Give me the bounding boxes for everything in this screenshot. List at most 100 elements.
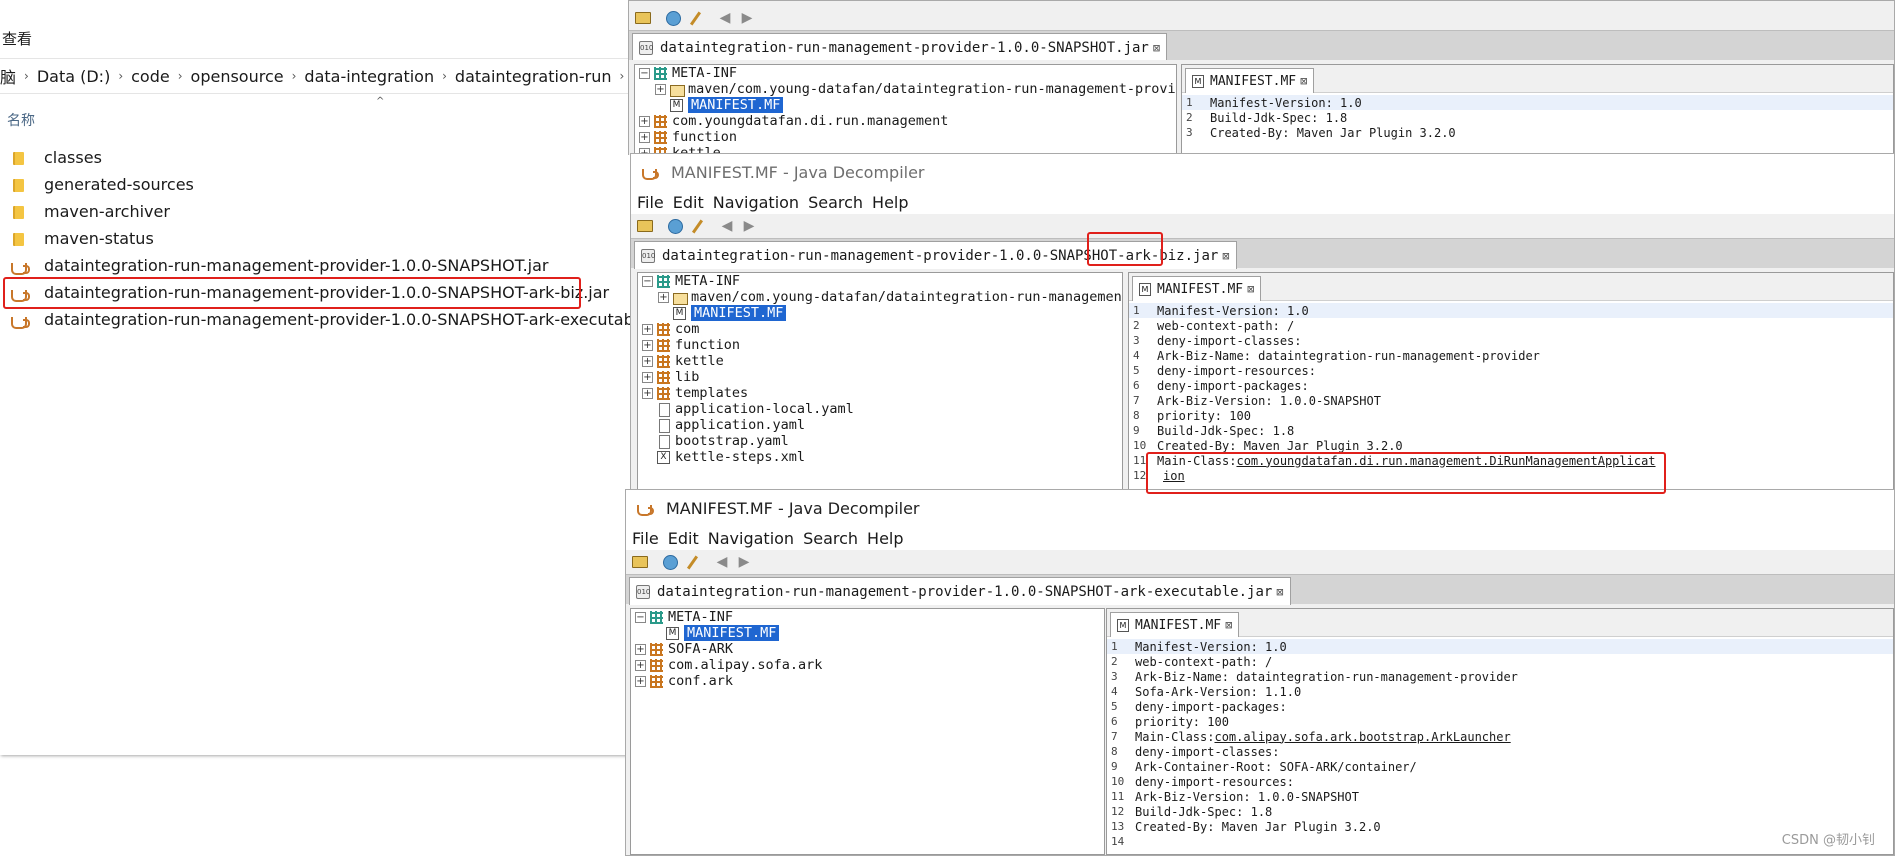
tree-node[interactable]: + com.youngdatafan.di.run.management [635, 113, 1176, 129]
tree-node[interactable]: + com.alipay.sofa.ark [631, 657, 1104, 673]
expand-icon[interactable]: + [635, 659, 646, 671]
breadcrumb-segment[interactable]: data-integration [296, 67, 442, 86]
tree-node[interactable]: + conf.ark [631, 673, 1104, 689]
tree-node[interactable]: + SOFA-ARK [631, 641, 1104, 657]
window-titlebar[interactable]: MANIFEST.MF - Java Decompiler [631, 154, 1894, 190]
close-icon[interactable]: ⊠ [1225, 618, 1232, 632]
search-icon[interactable] [687, 217, 707, 235]
expand-icon[interactable]: + [635, 643, 646, 655]
manifest-tab[interactable]: M MANIFEST.MF ⊠ [1132, 276, 1262, 301]
open-type-icon[interactable] [663, 9, 683, 27]
jar-tab[interactable]: 010 dataintegration-run-management-provi… [629, 577, 1291, 605]
address-bar[interactable]: 脑 › Data (D:) › code › opensource › data… [0, 58, 640, 94]
expand-icon[interactable]: + [642, 371, 653, 383]
close-icon[interactable]: ⊠ [1222, 249, 1229, 263]
expand-icon[interactable]: + [642, 323, 653, 335]
expand-icon[interactable]: + [639, 115, 650, 127]
manifest-code: 1 Manifest-Version: 1.0 2 web-context-path:… [1107, 637, 1893, 849]
breadcrumb-segment[interactable]: 脑 [0, 64, 24, 88]
close-icon[interactable]: ⊠ [1276, 585, 1283, 599]
code-text: Created-By: Maven Jar Plugin 3.2.0 [1135, 819, 1381, 834]
open-type-icon[interactable] [665, 217, 685, 235]
file-row[interactable]: generated-sources [0, 171, 640, 198]
file-row[interactable]: dataintegration-run-management-provider-… [0, 279, 640, 306]
close-icon[interactable]: ⊠ [1247, 282, 1254, 296]
expand-icon[interactable]: + [639, 131, 650, 143]
tree-node[interactable]: M MANIFEST.MF [635, 97, 1176, 113]
open-file-icon[interactable] [635, 217, 655, 235]
expand-icon[interactable]: + [655, 83, 666, 95]
menu-help[interactable]: Help [867, 529, 903, 548]
manifest-tab[interactable]: M MANIFEST.MF ⊠ [1110, 612, 1240, 637]
breadcrumb-segment[interactable]: dataintegration-run [447, 67, 620, 86]
file-row[interactable]: dataintegration-run-management-provider-… [0, 252, 640, 279]
tree-node[interactable]: M MANIFEST.MF [638, 305, 1122, 321]
menu-search[interactable]: Search [803, 529, 858, 548]
menu-help[interactable]: Help [872, 193, 908, 212]
main-class-link[interactable]: com.alipay.sofa.ark.bootstrap.ArkLaunche… [1214, 730, 1510, 744]
forward-arrow-icon[interactable]: ▶ [734, 553, 754, 571]
code-text: deny-import-packages: [1157, 378, 1309, 393]
menu-file[interactable]: File [637, 193, 664, 212]
tree-node[interactable]: application.yaml [638, 417, 1122, 433]
collapse-icon[interactable]: − [642, 275, 653, 287]
back-arrow-icon[interactable]: ◀ [715, 9, 735, 27]
tree-node[interactable]: − META-INF [638, 273, 1122, 289]
file-row[interactable]: maven-status [0, 225, 640, 252]
package-icon [657, 354, 670, 368]
open-file-icon[interactable] [633, 9, 653, 27]
expand-icon[interactable]: + [642, 339, 653, 351]
tree-node[interactable]: + templates [638, 385, 1122, 401]
tree-node[interactable]: + lib [638, 369, 1122, 385]
jar-tab[interactable]: 010 dataintegration-run-management-provi… [634, 241, 1237, 269]
expand-icon[interactable]: + [635, 675, 646, 687]
breadcrumb-segment[interactable]: code [123, 67, 178, 86]
menu-edit[interactable]: Edit [668, 529, 699, 548]
expand-icon[interactable]: + [642, 355, 653, 367]
tree-node[interactable]: M MANIFEST.MF [631, 625, 1104, 641]
menu-navigation[interactable]: Navigation [713, 193, 799, 212]
file-row[interactable]: dataintegration-run-management-provider-… [0, 306, 674, 333]
back-arrow-icon[interactable]: ◀ [712, 553, 732, 571]
close-icon[interactable]: ⊠ [1153, 41, 1160, 55]
main-class-link[interactable]: ion [1157, 469, 1185, 483]
forward-arrow-icon[interactable]: ▶ [739, 217, 759, 235]
view-menu[interactable]: 查看 [2, 28, 32, 49]
collapse-icon[interactable]: − [639, 67, 650, 79]
close-icon[interactable]: ⊠ [1300, 74, 1307, 88]
menu-search[interactable]: Search [808, 193, 863, 212]
tree-node[interactable]: + maven/com.young-datafan/dataintegration… [635, 81, 1176, 97]
expand-icon[interactable]: + [658, 291, 669, 303]
tree-node[interactable]: + maven/com.young-datafan/dataintegration… [638, 289, 1122, 305]
window-titlebar[interactable]: MANIFEST.MF - Java Decompiler [626, 490, 1894, 526]
collapse-icon[interactable]: − [635, 611, 646, 623]
code-line: 13 Created-By: Maven Jar Plugin 3.2.0 [1107, 819, 1893, 834]
search-icon[interactable] [682, 553, 702, 571]
open-file-icon[interactable] [630, 553, 650, 571]
back-arrow-icon[interactable]: ◀ [717, 217, 737, 235]
menu-edit[interactable]: Edit [673, 193, 704, 212]
jar-tab[interactable]: 010 dataintegration-run-management-provi… [632, 33, 1168, 61]
file-row[interactable]: classes [0, 144, 640, 171]
breadcrumb-segment[interactable]: opensource [183, 67, 292, 86]
tree-node[interactable]: + function [638, 337, 1122, 353]
tree-node[interactable]: Xkettle-steps.xml [638, 449, 1122, 465]
tree-node[interactable]: + function [635, 129, 1176, 145]
tree-node[interactable]: − META-INF [631, 609, 1104, 625]
menu-file[interactable]: File [632, 529, 659, 548]
tree-node[interactable]: − META-INF [635, 65, 1176, 81]
tree-node[interactable]: + com [638, 321, 1122, 337]
forward-arrow-icon[interactable]: ▶ [737, 9, 757, 27]
open-type-icon[interactable] [660, 553, 680, 571]
tree-node[interactable]: + kettle [638, 353, 1122, 369]
expand-icon[interactable]: + [642, 387, 653, 399]
menu-navigation[interactable]: Navigation [708, 529, 794, 548]
column-header-name[interactable]: 名称 [7, 110, 35, 130]
file-row[interactable]: maven-archiver [0, 198, 640, 225]
tree-node[interactable]: bootstrap.yaml [638, 433, 1122, 449]
manifest-tab[interactable]: M MANIFEST.MF ⊠ [1185, 68, 1315, 93]
breadcrumb-segment[interactable]: Data (D:) [29, 67, 118, 86]
main-class-link[interactable]: com.youngdatafan.di.run.management.DiRun… [1236, 454, 1655, 468]
search-icon[interactable] [685, 9, 705, 27]
tree-node[interactable]: application-local.yaml [638, 401, 1122, 417]
